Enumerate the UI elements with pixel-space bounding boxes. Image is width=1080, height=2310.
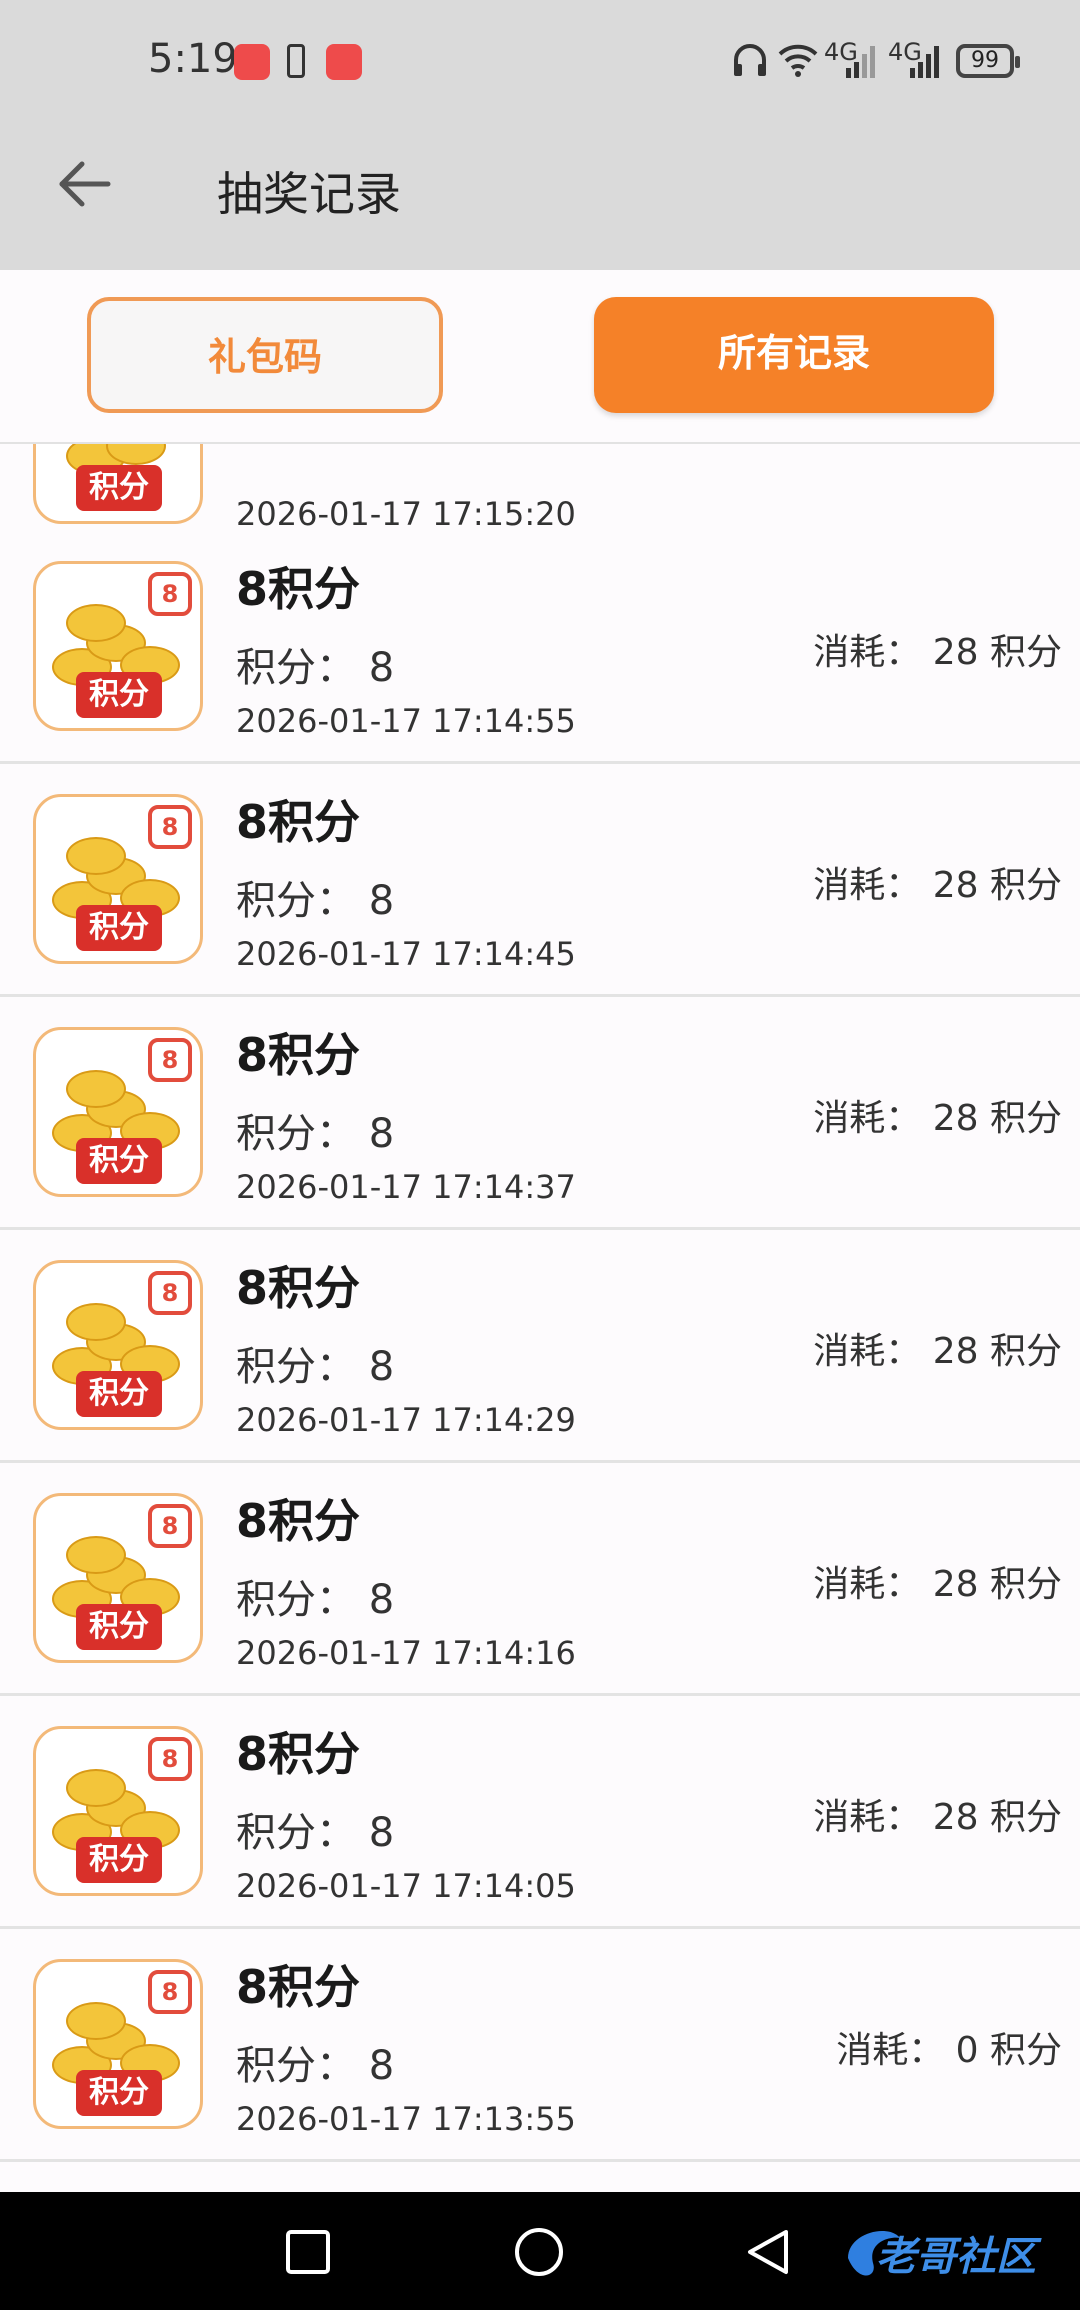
points-badge: 8 (148, 572, 192, 616)
app-bar: 5:19 4G 4G 99 抽奖记录 (0, 0, 1080, 270)
points-label: 积分 (76, 1138, 162, 1184)
points-coin-thumbnail: 8 积分 (33, 1260, 203, 1430)
tab-bar: 礼包码 所有记录 (0, 270, 1080, 444)
record-time: 2026-01-17 17:14:16 (236, 1634, 576, 1672)
list-item[interactable]: 8 积分 8积分 积分： 8 2026-01-17 17:14:45 消耗： 2… (0, 764, 1080, 997)
headphones-icon (734, 44, 766, 76)
battery-alert-icon (287, 44, 305, 78)
points-coin-thumbnail: 积分 (33, 444, 203, 524)
points-coin-thumbnail: 8 积分 (33, 1726, 203, 1896)
points-coin-thumbnail: 8 积分 (33, 1027, 203, 1197)
status-time: 5:19 (148, 36, 238, 82)
record-points: 积分： 8 (236, 878, 395, 924)
record-points: 积分： 8 (236, 645, 395, 691)
record-name: 8积分 (236, 795, 361, 849)
coin-icon (66, 604, 126, 642)
points-coin-thumbnail: 8 积分 (33, 1493, 203, 1663)
points-badge: 8 (148, 1737, 192, 1781)
tab-gift-code[interactable]: 礼包码 (87, 297, 443, 413)
tab-all-records[interactable]: 所有记录 (594, 297, 994, 413)
record-points: 积分： 8 (236, 1577, 395, 1623)
record-points: 积分： 8 (236, 2043, 395, 2089)
points-badge: 8 (148, 805, 192, 849)
points-badge: 8 (148, 1271, 192, 1315)
points-coin-thumbnail: 8 积分 (33, 794, 203, 964)
record-name: 8积分 (236, 1261, 361, 1315)
list-item[interactable]: 8 积分 8积分 积分： 8 2026-01-17 17:13:55 消耗： 0… (0, 1929, 1080, 2162)
record-name: 8积分 (236, 1028, 361, 1082)
list-item[interactable]: 8 积分 8积分 积分： 8 2026-01-17 17:14:55 消耗： 2… (0, 531, 1080, 764)
record-name: 8积分 (236, 1494, 361, 1548)
list-item[interactable]: 8 积分 8积分 积分： 8 2026-01-17 17:14:05 消耗： 2… (0, 1696, 1080, 1929)
points-label: 积分 (76, 1604, 162, 1650)
record-points: 积分： 8 (236, 1344, 395, 1390)
record-time: 2026-01-17 17:14:45 (236, 935, 576, 973)
points-label: 积分 (76, 465, 162, 511)
points-label: 积分 (76, 905, 162, 951)
record-time: 2026-01-17 17:13:55 (236, 2100, 576, 2138)
record-points: 积分： 8 (236, 1810, 395, 1856)
signal-icon (846, 46, 875, 78)
points-coin-thumbnail: 8 积分 (33, 1959, 203, 2129)
points-badge: 8 (148, 1970, 192, 2014)
points-badge: 8 (148, 1038, 192, 1082)
record-time: 2026-01-17 17:14:05 (236, 1867, 576, 1905)
system-navigation-bar: 老哥社区 (0, 2192, 1080, 2310)
huawei-app-icon (234, 44, 270, 80)
home-icon[interactable] (513, 2226, 565, 2278)
record-points: 积分： 8 (236, 1111, 395, 1157)
wifi-icon (778, 44, 818, 77)
record-cost: 消耗： 28 积分 (813, 1564, 1062, 1605)
recent-apps-icon[interactable] (282, 2226, 334, 2278)
points-label: 积分 (76, 1371, 162, 1417)
battery-icon: 99 (956, 44, 1020, 78)
status-bar: 5:19 4G 4G 99 (0, 0, 1080, 125)
record-time: 2026-01-17 17:14:37 (236, 1168, 576, 1206)
coin-icon (66, 1303, 126, 1341)
record-cost: 消耗： 28 积分 (813, 1797, 1062, 1838)
watermark-logo: 老哥社区 (838, 2212, 1068, 2292)
page-title: 抽奖记录 (217, 167, 401, 221)
points-badge: 8 (148, 1504, 192, 1548)
record-name: 8积分 (236, 1727, 361, 1781)
coin-icon (66, 1070, 126, 1108)
list-item[interactable]: 8 积分 8积分 积分： 8 2026-01-17 17:14:29 消耗： 2… (0, 1230, 1080, 1463)
coin-icon (66, 2002, 126, 2040)
record-cost: 消耗： 28 积分 (813, 1098, 1062, 1139)
record-cost: 消耗： 0 积分 (836, 2030, 1062, 2071)
huawei-app-icon (326, 44, 362, 80)
record-name: 8积分 (236, 562, 361, 616)
record-cost: 消耗： 28 积分 (813, 1331, 1062, 1372)
record-name: 8积分 (236, 1960, 361, 2014)
watermark-text: 老哥社区 (876, 2234, 1036, 2280)
records-list[interactable]: 积分 2026-01-17 17:15:20 8 积分 8积分 积分： 8 20… (0, 444, 1080, 2164)
coin-icon (66, 1536, 126, 1574)
list-item[interactable]: 8 积分 8积分 积分： 8 2026-01-17 17:14:16 消耗： 2… (0, 1463, 1080, 1696)
record-cost: 消耗： 28 积分 (813, 632, 1062, 673)
points-label: 积分 (76, 2070, 162, 2116)
coin-icon (66, 1769, 126, 1807)
back-icon[interactable] (742, 2226, 794, 2278)
points-label: 积分 (76, 1837, 162, 1883)
coin-icon (66, 837, 126, 875)
list-item[interactable]: 8 积分 8积分 积分： 8 2026-01-17 17:14:37 消耗： 2… (0, 997, 1080, 1230)
record-time: 2026-01-17 17:14:29 (236, 1401, 576, 1439)
points-label: 积分 (76, 672, 162, 718)
record-cost: 消耗： 28 积分 (813, 865, 1062, 906)
record-time: 2026-01-17 17:14:55 (236, 702, 576, 740)
back-arrow-icon[interactable] (52, 152, 116, 216)
points-coin-thumbnail: 8 积分 (33, 561, 203, 731)
record-time: 2026-01-17 17:15:20 (236, 495, 576, 533)
signal-icon (910, 46, 939, 78)
